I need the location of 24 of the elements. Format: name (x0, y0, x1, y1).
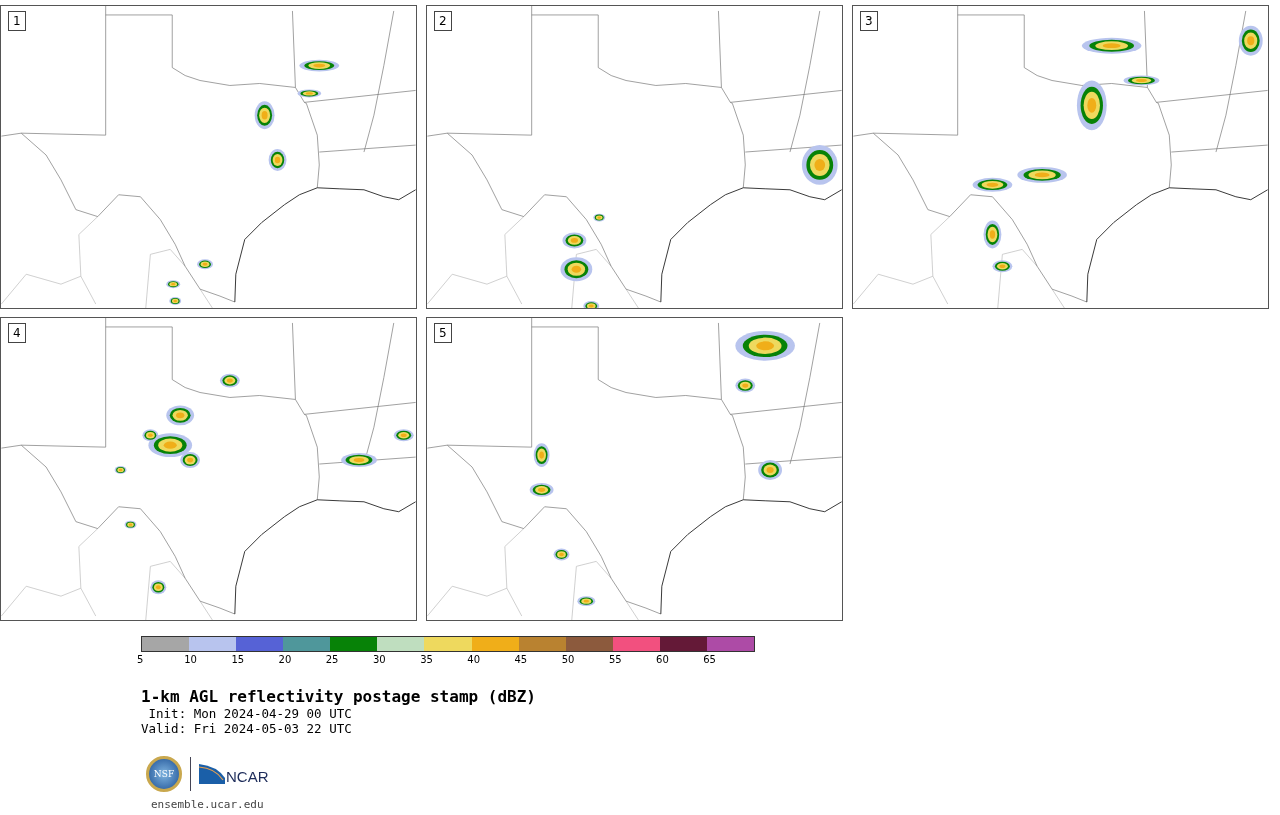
valid-time: Valid: Fri 2024-05-03 22 UTC (141, 721, 353, 736)
tick-label: 15 (231, 654, 246, 665)
chart-title: 1-km AGL reflectivity postage stamp (dBZ) (141, 688, 537, 706)
tick-label: 35 (420, 654, 434, 665)
tick-label: 50 (561, 654, 576, 665)
tick-label: 65 (703, 654, 717, 665)
tick-label: 30 (372, 654, 387, 665)
tick-label: 40 (467, 654, 482, 665)
nsf-logo: NSF (146, 756, 182, 792)
panel-number: 4 (8, 323, 26, 343)
tick-label: 10 (184, 654, 198, 665)
init-time: Init: Mon 2024-04-29 00 UTC (147, 706, 353, 721)
website-url: ensemble.ucar.edu (151, 798, 265, 811)
tick-label: 25 (325, 654, 340, 665)
tick-label: 5 (137, 654, 145, 665)
tick-label: 45 (514, 654, 529, 665)
ncar-logo: NCAR (199, 764, 269, 784)
tick-label: 20 (278, 654, 293, 665)
tick-label: 60 (656, 654, 670, 665)
panel-number: 2 (434, 11, 452, 31)
panel-number: 5 (434, 323, 452, 343)
tick-label: 55 (608, 654, 623, 665)
panel-number: 3 (860, 11, 878, 31)
panel-number: 1 (8, 11, 26, 31)
